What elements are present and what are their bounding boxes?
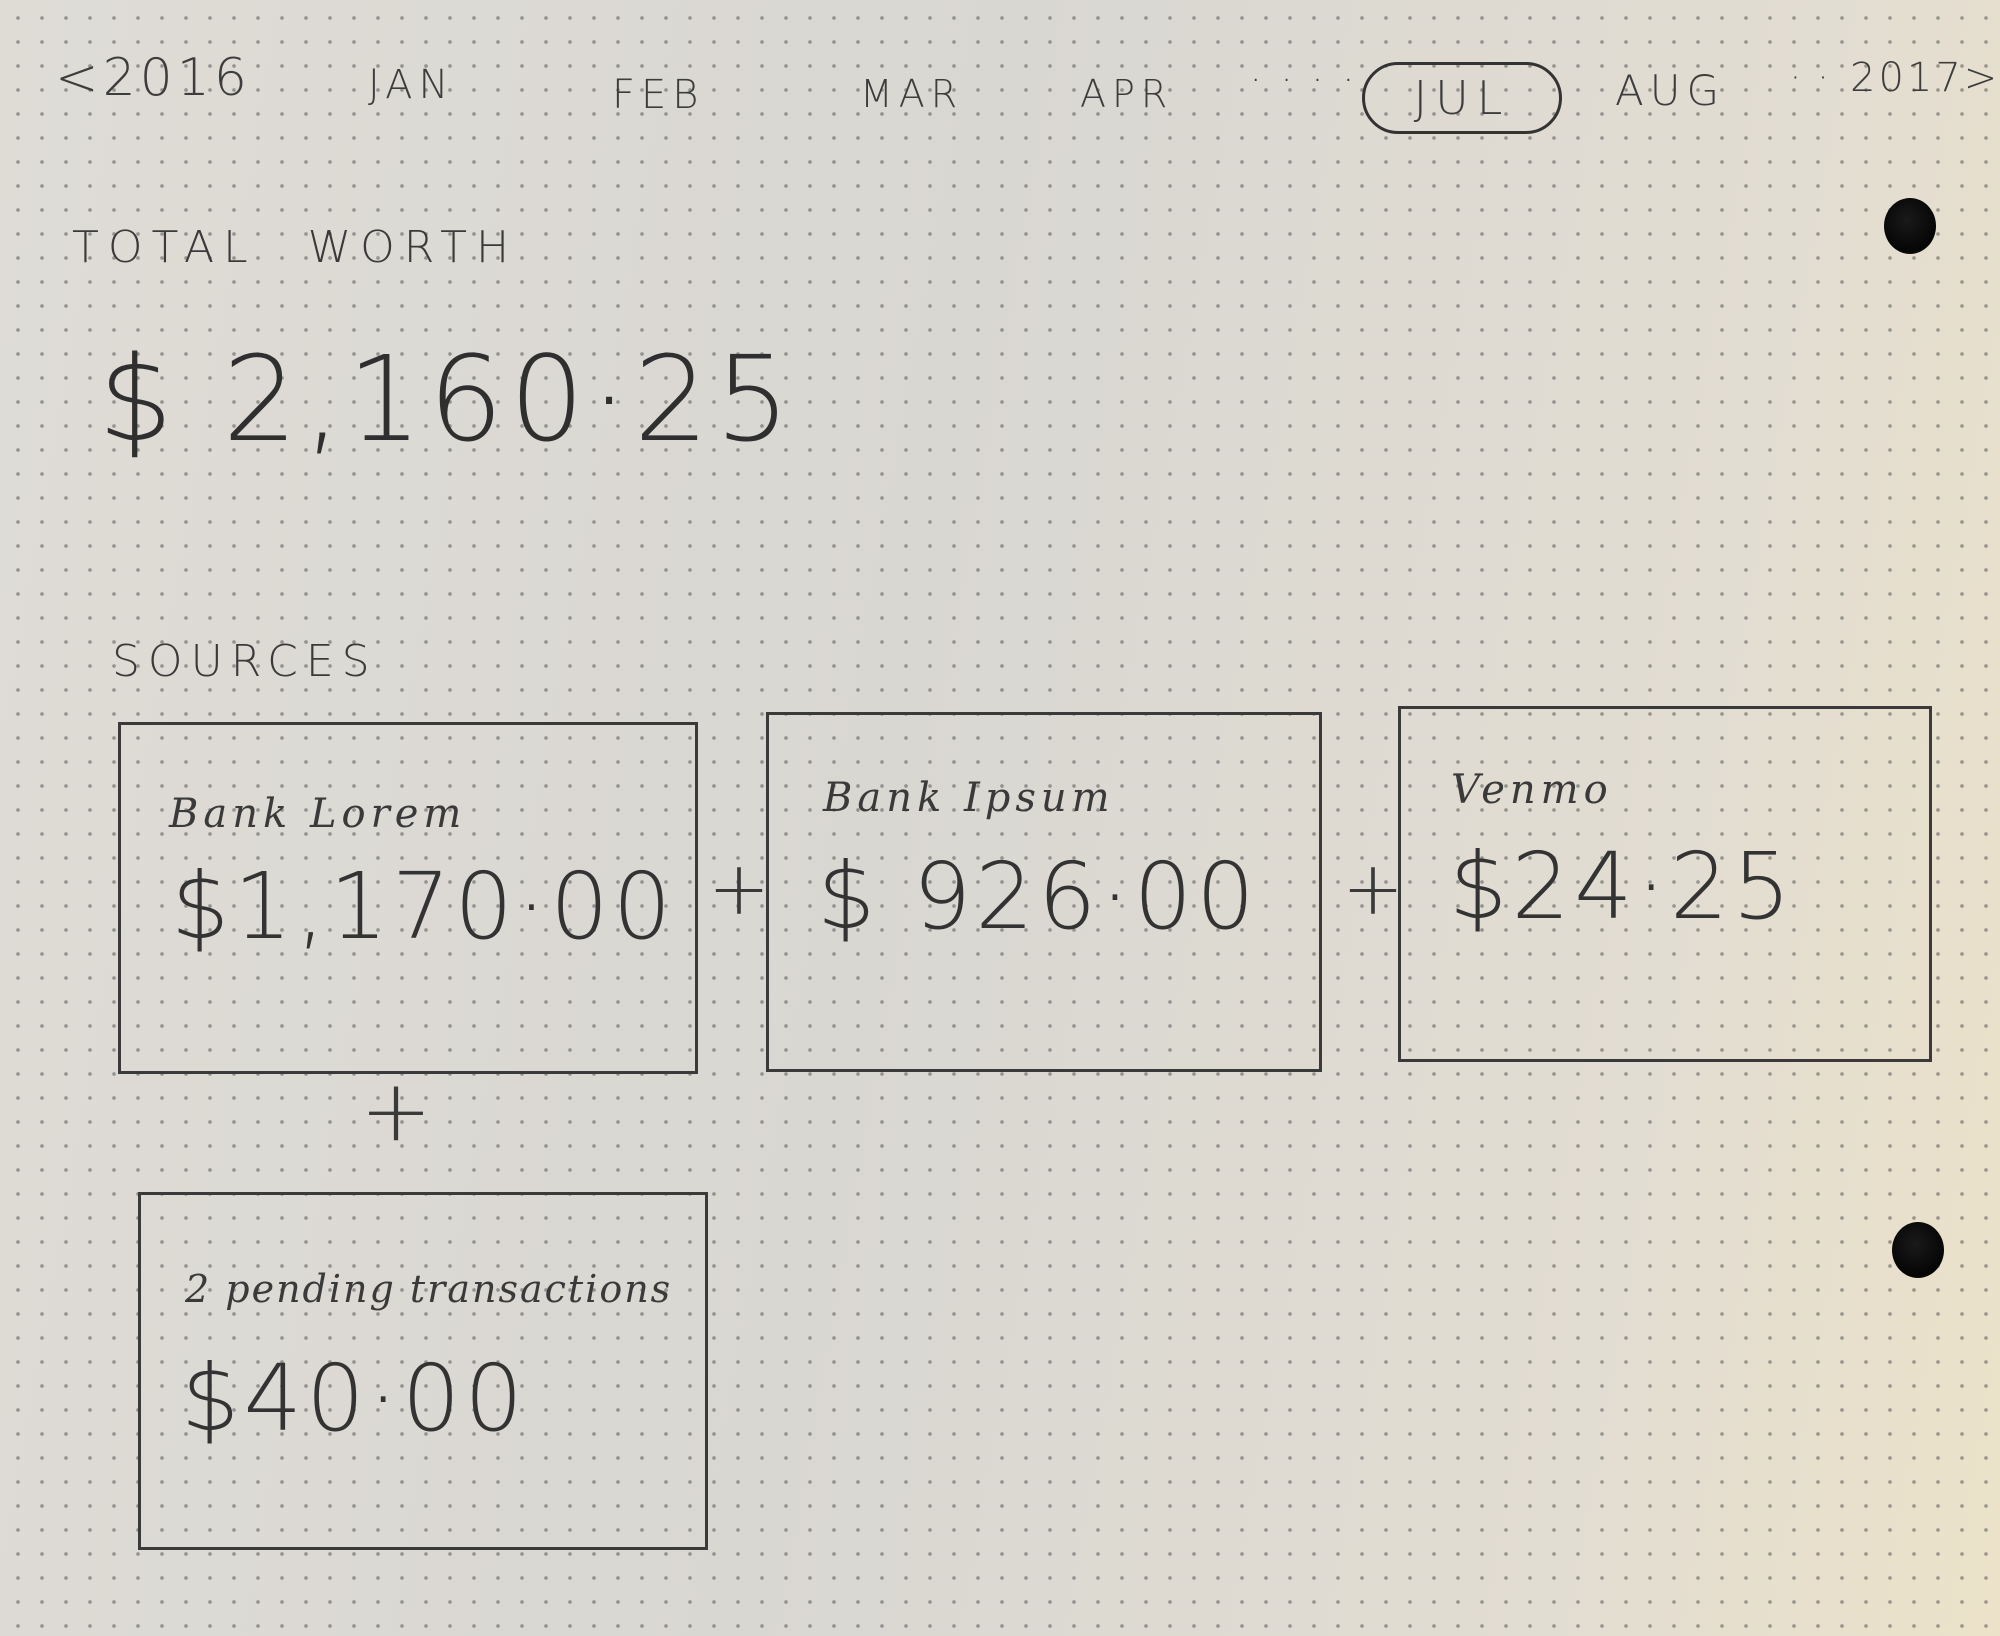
- source-amount: $ 926·00: [817, 843, 1259, 950]
- source-name: Venmo: [1451, 767, 1613, 813]
- month-tab-apr[interactable]: APR: [1080, 72, 1173, 116]
- prev-year-link[interactable]: <2016: [55, 48, 251, 108]
- month-tab-jan[interactable]: JAN: [368, 62, 454, 108]
- month-tab-mar[interactable]: MAR: [860, 72, 963, 116]
- source-name: Bank Ipsum: [823, 775, 1115, 821]
- source-card-bank-lorem[interactable]: Bank Lorem $1,170·00: [118, 722, 698, 1074]
- plus-sign: +: [360, 1061, 433, 1161]
- source-card-venmo[interactable]: Venmo $24·25: [1398, 706, 1932, 1062]
- binder-hole: [1892, 1222, 1944, 1278]
- total-worth-label: TOTAL WORTH: [72, 222, 519, 273]
- source-card-bank-ipsum[interactable]: Bank Ipsum $ 926·00: [766, 712, 1322, 1072]
- sources-heading: SOURCES: [112, 636, 378, 687]
- binder-hole: [1884, 198, 1936, 254]
- pending-transactions-amount: $40·00: [181, 1345, 527, 1452]
- plus-sign: +: [1342, 846, 1405, 932]
- month-ellipsis: · ·: [1790, 58, 1832, 98]
- pending-transactions-label: 2 pending transactions: [185, 1267, 673, 1311]
- month-tab-feb[interactable]: FEB: [612, 72, 704, 118]
- month-ellipsis: · · · ·: [1250, 60, 1359, 101]
- source-amount: $24·25: [1449, 833, 1795, 940]
- month-tab-aug[interactable]: AUG: [1615, 66, 1725, 115]
- source-name: Bank Lorem: [169, 791, 467, 837]
- source-card-pending-transactions[interactable]: 2 pending transactions $40·00: [138, 1192, 708, 1550]
- month-tab-jul-selected[interactable]: JUL: [1362, 62, 1562, 134]
- total-worth-value: $ 2,160·25: [98, 330, 797, 468]
- plus-sign: +: [708, 846, 771, 932]
- next-year-link[interactable]: 2017>: [1850, 55, 2000, 101]
- source-amount: $1,170·00: [171, 853, 676, 960]
